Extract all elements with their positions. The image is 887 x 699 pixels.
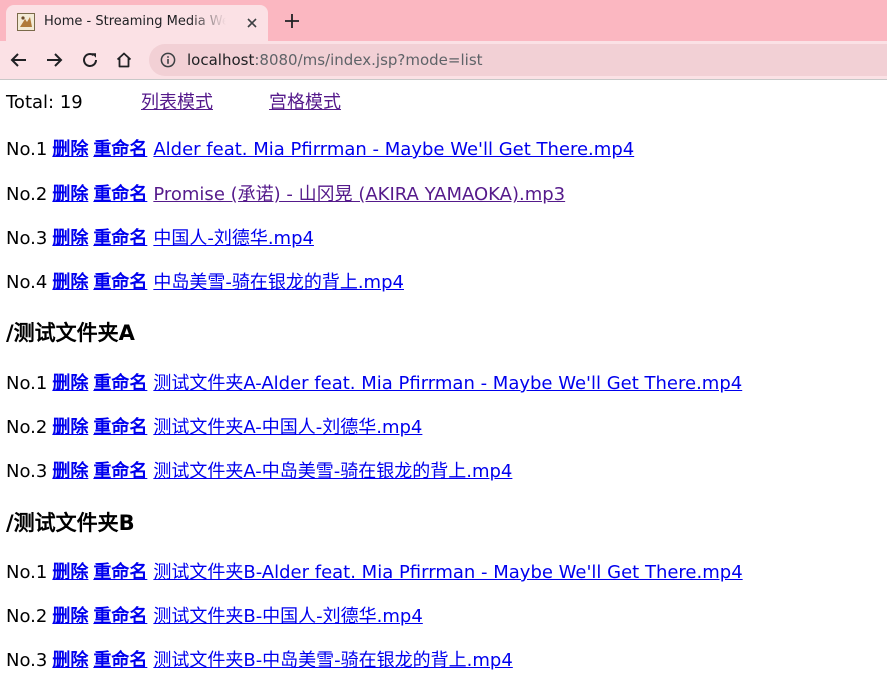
browser-tab-active[interactable]: Home - Streaming Media Web Se	[6, 5, 268, 41]
file-link[interactable]: 测试文件夹B-中国人-刘德华.mp4	[153, 606, 422, 627]
rename-link[interactable]: 重命名	[93, 417, 147, 438]
file-link[interactable]: 中岛美雪-骑在银龙的背上.mp4	[153, 272, 404, 293]
url-text[interactable]: localhost:8080/ms/index.jsp?mode=list	[187, 51, 483, 69]
file-row: No.3 删除 重命名 测试文件夹A-中岛美雪-骑在银龙的背上.mp4	[6, 461, 512, 483]
rename-link[interactable]: 重命名	[93, 562, 147, 583]
rename-link[interactable]: 重命名	[93, 184, 147, 205]
url-host: localhost	[187, 51, 255, 69]
delete-link[interactable]: 删除	[52, 272, 88, 293]
forward-arrow-icon[interactable]	[41, 47, 67, 73]
grid-mode-link[interactable]: 宫格模式	[269, 92, 341, 114]
file-link[interactable]: 中国人-刘德华.mp4	[153, 228, 314, 249]
file-row: No.3 删除 重命名 测试文件夹B-中岛美雪-骑在银龙的背上.mp4	[6, 650, 513, 672]
file-link[interactable]: Promise (承诺) - 山冈晃 (AKIRA YAMAOKA).mp3	[153, 184, 565, 205]
rename-link[interactable]: 重命名	[93, 606, 147, 627]
url-path: :8080/ms/index.jsp?mode=list	[254, 51, 483, 69]
file-row: No.2 删除 重命名 测试文件夹A-中国人-刘德华.mp4	[6, 417, 422, 439]
reload-icon[interactable]	[77, 47, 103, 73]
site-favicon-icon	[17, 13, 35, 31]
total-count: Total: 19	[6, 92, 83, 113]
site-info-icon[interactable]	[160, 52, 176, 68]
rename-link[interactable]: 重命名	[93, 650, 147, 671]
delete-link[interactable]: 删除	[52, 373, 88, 394]
file-row: No.1 删除 重命名 测试文件夹A-Alder feat. Mia Pfirrman…	[6, 373, 742, 395]
file-row: No.3 删除 重命名 中国人-刘德华.mp4	[6, 228, 314, 250]
rename-link[interactable]: 重命名	[93, 228, 147, 249]
file-row: No.4 删除 重命名 中岛美雪-骑在银龙的背上.mp4	[6, 272, 404, 294]
rename-link[interactable]: 重命名	[93, 461, 147, 482]
delete-link[interactable]: 删除	[52, 417, 88, 438]
file-link[interactable]: Alder feat. Mia Pfirrman - Maybe We'll G…	[153, 139, 634, 160]
rename-link[interactable]: 重命名	[93, 373, 147, 394]
delete-link[interactable]: 删除	[52, 606, 88, 627]
file-link[interactable]: 测试文件夹A-中国人-刘德华.mp4	[153, 417, 422, 438]
file-index: No.3	[6, 228, 48, 249]
delete-link[interactable]: 删除	[52, 562, 88, 583]
home-icon[interactable]	[111, 47, 137, 73]
tab-close-icon[interactable]	[242, 13, 262, 33]
file-row: No.1 删除 重命名 测试文件夹B-Alder feat. Mia Pfirrman…	[6, 562, 743, 584]
file-index: No.1	[6, 373, 48, 394]
file-index: No.1	[6, 139, 48, 160]
tab-title: Home - Streaming Media Web Se	[44, 14, 226, 29]
file-index: No.2	[6, 184, 48, 205]
file-index: No.3	[6, 461, 48, 482]
file-index: No.3	[6, 650, 48, 671]
folder-heading: /测试文件夹A	[6, 321, 135, 345]
browser-toolbar: localhost:8080/ms/index.jsp?mode=list	[0, 41, 887, 80]
file-row: No.1 删除 重命名 Alder feat. Mia Pfirrman - Mayb…	[6, 139, 634, 161]
delete-link[interactable]: 删除	[52, 228, 88, 249]
list-mode-link[interactable]: 列表模式	[141, 92, 213, 114]
page-content: Total: 19 列表模式 宫格模式 No.1 删除 重命名 Alder feat.…	[0, 80, 887, 699]
file-link[interactable]: 测试文件夹A-Alder feat. Mia Pfirrman - Maybe …	[153, 373, 742, 394]
file-index: No.4	[6, 272, 48, 293]
file-row: No.2 删除 重命名 Promise (承诺) - 山冈晃 (AKIRA YAMAO…	[6, 184, 565, 206]
file-link[interactable]: 测试文件夹B-Alder feat. Mia Pfirrman - Maybe …	[153, 562, 742, 583]
file-index: No.2	[6, 417, 48, 438]
folder-heading: /测试文件夹B	[6, 511, 135, 535]
file-row: No.2 删除 重命名 测试文件夹B-中国人-刘德华.mp4	[6, 606, 423, 628]
file-link[interactable]: 测试文件夹B-中岛美雪-骑在银龙的背上.mp4	[153, 650, 512, 671]
browser-tabstrip: Home - Streaming Media Web Se	[0, 0, 887, 41]
delete-link[interactable]: 删除	[52, 184, 88, 205]
delete-link[interactable]: 删除	[52, 139, 88, 160]
file-index: No.2	[6, 606, 48, 627]
address-bar[interactable]: localhost:8080/ms/index.jsp?mode=list	[149, 44, 887, 76]
file-link[interactable]: 测试文件夹A-中岛美雪-骑在银龙的背上.mp4	[153, 461, 512, 482]
file-index: No.1	[6, 562, 48, 583]
rename-link[interactable]: 重命名	[93, 272, 147, 293]
delete-link[interactable]: 删除	[52, 650, 88, 671]
new-tab-plus-icon[interactable]	[280, 9, 304, 33]
delete-link[interactable]: 删除	[52, 461, 88, 482]
back-arrow-icon[interactable]	[6, 47, 32, 73]
rename-link[interactable]: 重命名	[93, 139, 147, 160]
